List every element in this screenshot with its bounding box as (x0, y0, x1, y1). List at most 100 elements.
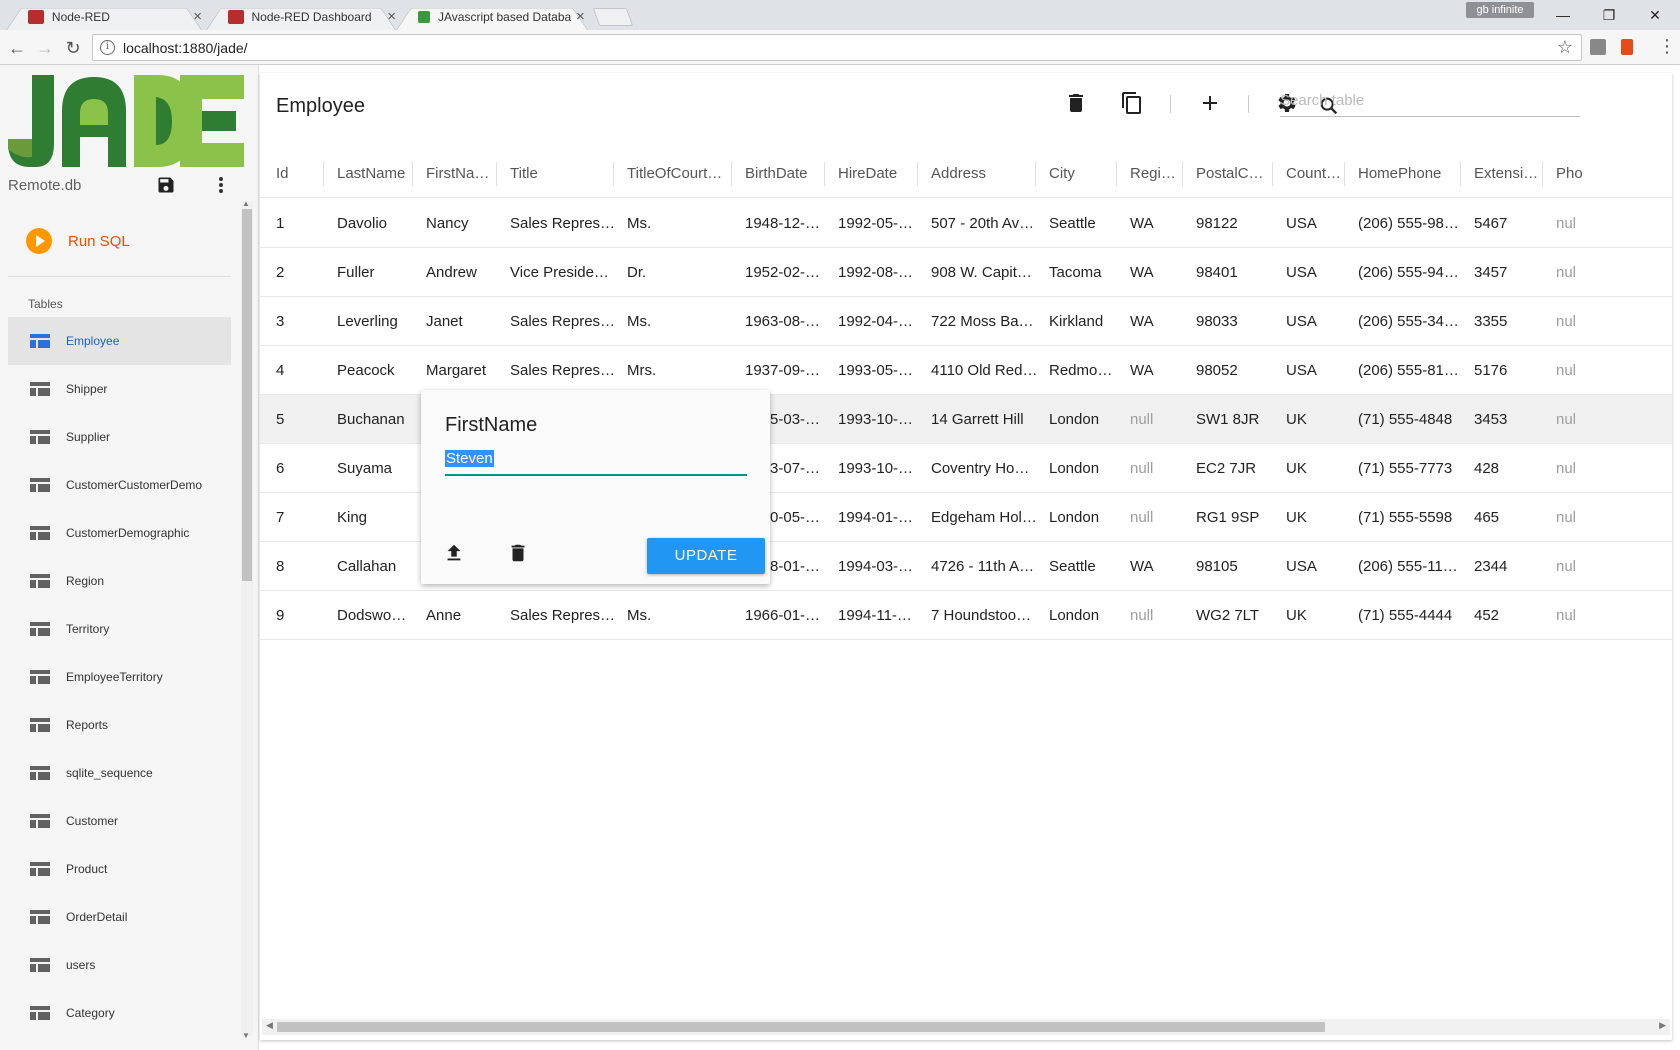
table-cell[interactable]: null (1130, 444, 1188, 493)
table-cell[interactable]: 1963-08-… (745, 297, 831, 346)
table-cell[interactable]: 1994-03-… (838, 542, 924, 591)
table-cell[interactable]: Callahan (337, 542, 421, 591)
table-cell[interactable]: 452 (1474, 591, 1548, 640)
table-cell[interactable]: 98401 (1196, 248, 1278, 297)
sidebar-item-table[interactable]: Region (8, 557, 231, 605)
table-cell[interactable]: (206) 555-81… (1358, 346, 1466, 395)
table-cell[interactable]: (206) 555-11… (1358, 542, 1466, 591)
sidebar-item-table[interactable]: Customer (8, 797, 231, 845)
table-cell[interactable]: London (1049, 591, 1123, 640)
table-cell[interactable]: 1 (276, 199, 326, 248)
table-cell[interactable]: WA (1130, 199, 1188, 248)
column-separator[interactable] (1542, 162, 1543, 186)
scroll-up-icon[interactable]: ▲ (242, 199, 250, 208)
column-header[interactable]: HireDate (838, 150, 924, 198)
delete-icon[interactable] (1064, 91, 1088, 115)
table-cell[interactable]: WA (1130, 542, 1188, 591)
sidebar-scrollbar[interactable]: ▲ ▼ (241, 199, 253, 1040)
table-cell[interactable]: SW1 8JR (1196, 395, 1278, 444)
table-cell[interactable]: 98105 (1196, 542, 1278, 591)
bookmark-star-icon[interactable]: ☆ (1557, 37, 1573, 58)
table-cell[interactable]: Ms. (627, 591, 739, 640)
sidebar-item-table[interactable]: CustomerDemographic (8, 509, 231, 557)
sidebar-item-table[interactable]: Shipper (8, 365, 231, 413)
table-cell[interactable]: Tacoma (1049, 248, 1123, 297)
table-cell[interactable]: Sales Repres… (510, 346, 620, 395)
table-cell[interactable]: King (337, 493, 421, 542)
extension-icon[interactable] (1590, 39, 1606, 55)
table-cell[interactable]: UK (1286, 591, 1350, 640)
save-icon[interactable] (156, 175, 176, 195)
table-cell[interactable]: Anne (426, 591, 504, 640)
table-cell[interactable]: 5176 (1474, 346, 1548, 395)
sidebar-item-table[interactable]: CustomerCustomerDemo (8, 461, 231, 509)
table-cell[interactable]: Vice Preside… (510, 248, 620, 297)
table-cell[interactable]: WA (1130, 346, 1188, 395)
column-header[interactable]: Title (510, 150, 620, 198)
table-cell[interactable]: 722 Moss Ba… (931, 297, 1043, 346)
table-cell[interactable]: Dodswo… (337, 591, 421, 640)
table-cell[interactable]: 3355 (1474, 297, 1548, 346)
table-cell[interactable]: Sales Repres… (510, 199, 620, 248)
new-tab-button[interactable] (592, 8, 634, 26)
close-tab-icon[interactable]: × (193, 8, 202, 25)
table-row[interactable]: 4 Peacock Margaret Sales Repres… Mrs. 1937-09… (260, 346, 1672, 395)
close-tab-icon[interactable]: × (576, 8, 585, 25)
table-cell[interactable]: nul (1556, 591, 1596, 640)
sidebar-item-table[interactable]: Product (8, 845, 231, 893)
column-separator[interactable] (1272, 162, 1273, 186)
column-header[interactable]: FirstNa… (426, 150, 504, 198)
update-button[interactable]: UPDATE (647, 538, 765, 574)
sidebar-item-table[interactable]: Supplier (8, 413, 231, 461)
profile-badge[interactable]: gb infinite (1466, 2, 1534, 18)
table-cell[interactable]: 4110 Old Red… (931, 346, 1043, 395)
table-cell[interactable]: Nancy (426, 199, 504, 248)
table-cell[interactable]: Sales Repres… (510, 297, 620, 346)
table-cell[interactable]: 1992-05-… (838, 199, 924, 248)
info-icon[interactable]: i (100, 40, 115, 55)
copy-icon[interactable] (1120, 91, 1144, 115)
table-cell[interactable]: Andrew (426, 248, 504, 297)
table-cell[interactable]: (206) 555-94… (1358, 248, 1466, 297)
table-cell[interactable]: London (1049, 493, 1123, 542)
table-cell[interactable]: 1992-04-… (838, 297, 924, 346)
table-cell[interactable]: USA (1286, 542, 1350, 591)
table-cell[interactable]: 908 W. Capit… (931, 248, 1043, 297)
table-cell[interactable]: 3 (276, 297, 326, 346)
forward-icon[interactable]: → (32, 35, 58, 61)
reload-icon[interactable]: ↻ (60, 35, 86, 61)
column-header[interactable]: Extensi… (1474, 150, 1548, 198)
table-cell[interactable]: 1993-10-… (838, 395, 924, 444)
column-header[interactable]: BirthDate (745, 150, 831, 198)
field-value[interactable]: Steven (445, 450, 494, 467)
table-cell[interactable]: 1948-12-… (745, 199, 831, 248)
scroll-down-icon[interactable]: ▼ (242, 1031, 250, 1040)
table-cell[interactable]: 1993-10-… (838, 444, 924, 493)
table-cell[interactable]: 4726 - 11th A… (931, 542, 1043, 591)
close-tab-icon[interactable]: × (387, 8, 396, 25)
table-cell[interactable]: Coventry Ho… (931, 444, 1043, 493)
table-cell[interactable]: WA (1130, 248, 1188, 297)
sidebar-item-table[interactable]: Territory (8, 605, 231, 653)
restore-icon[interactable]: ❐ (1586, 4, 1632, 26)
table-cell[interactable]: Edgeham Hol… (931, 493, 1043, 542)
delete-icon[interactable] (507, 542, 529, 564)
column-separator[interactable] (824, 162, 825, 186)
table-cell[interactable]: UK (1286, 395, 1350, 444)
column-separator[interactable] (917, 162, 918, 186)
column-separator[interactable] (731, 162, 732, 186)
table-cell[interactable]: nul (1556, 248, 1596, 297)
table-cell[interactable]: London (1049, 444, 1123, 493)
table-cell[interactable]: (206) 555-98… (1358, 199, 1466, 248)
table-cell[interactable]: Janet (426, 297, 504, 346)
table-cell[interactable]: nul (1556, 542, 1596, 591)
table-cell[interactable]: 5 (276, 395, 326, 444)
sidebar-item-table[interactable]: sqlite_sequence (8, 749, 231, 797)
table-cell[interactable]: Seattle (1049, 542, 1123, 591)
table-cell[interactable]: Ms. (627, 297, 739, 346)
table-cell[interactable]: 1952-02-… (745, 248, 831, 297)
table-cell[interactable]: 4 (276, 346, 326, 395)
table-cell[interactable]: null (1130, 493, 1188, 542)
sidebar-item-table[interactable]: Category (8, 989, 231, 1037)
table-cell[interactable]: nul (1556, 199, 1596, 248)
